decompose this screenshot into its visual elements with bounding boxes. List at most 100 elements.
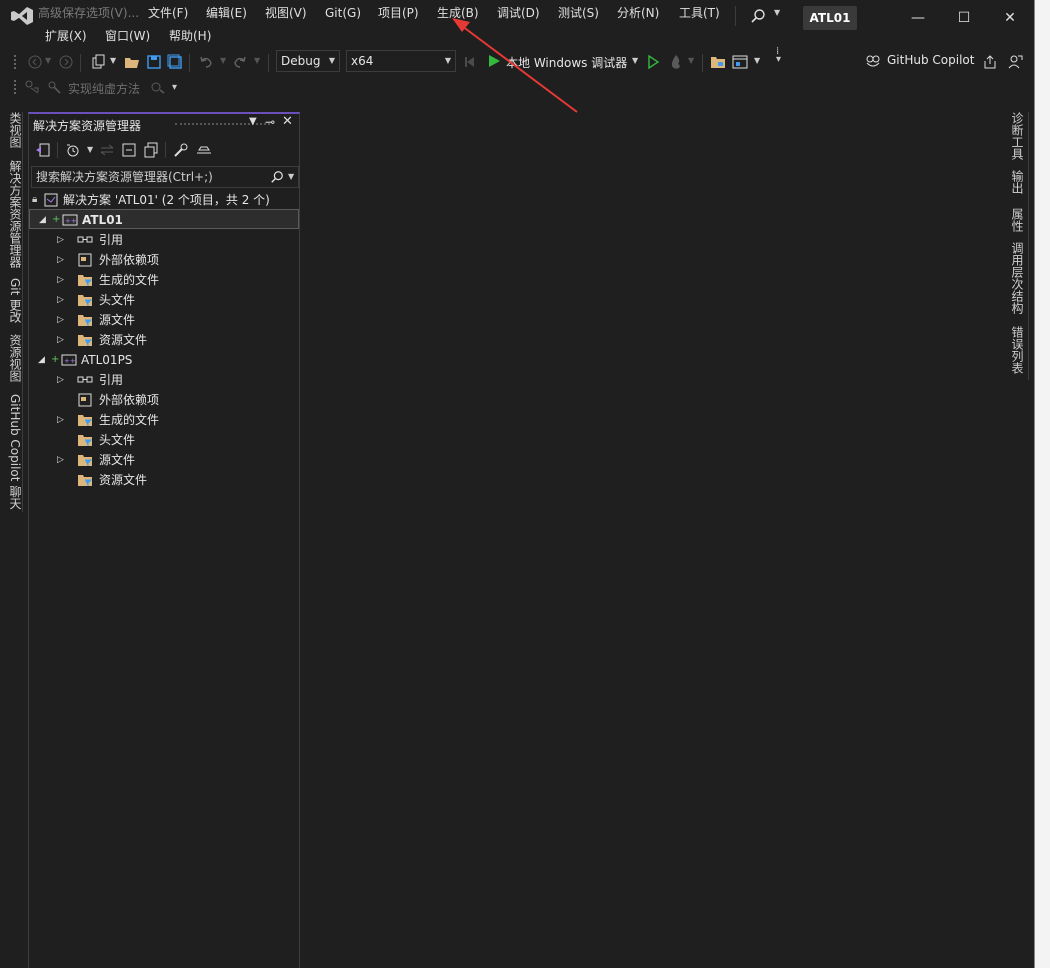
collapsed-chevron-icon[interactable]: ▷ (57, 410, 64, 430)
menu-debug[interactable]: 调试(D) (497, 5, 540, 21)
solution-explorer-folder-icon[interactable] (710, 54, 726, 70)
properties-wrench-icon[interactable] (173, 142, 189, 158)
sync-with-active-document-icon[interactable] (99, 142, 115, 158)
collapsed-chevron-icon[interactable]: ▷ (57, 370, 64, 390)
search-icon[interactable] (750, 8, 766, 24)
tab-properties[interactable]: 属性 (1009, 208, 1025, 232)
tab-output[interactable]: 输出 (1009, 170, 1025, 194)
panel-options-chevron-icon[interactable]: ▼ (249, 116, 257, 127)
solution-configuration-dropdown[interactable]: Debug ▼ (276, 50, 340, 72)
hot-reload-icon[interactable] (668, 54, 684, 70)
undo-icon[interactable] (198, 54, 214, 70)
tree-project-atl01ps[interactable]: ◢ + ++ ATL01PS (29, 350, 299, 370)
expanded-chevron-icon[interactable]: ◢ (38, 350, 45, 370)
tab-class-view[interactable]: 类视图 (7, 112, 23, 148)
start-debugging-label[interactable]: 本地 Windows 调试器 (506, 54, 627, 71)
menu-analyze[interactable]: 分析(N) (617, 5, 659, 21)
tree-solution-node[interactable]: 🔒︎ 解决方案 'ATL01' (2 个项目，共 2 个) (29, 190, 299, 210)
tree-node-references[interactable]: ▷ 引用 (29, 230, 299, 250)
navigate-back-icon[interactable] (27, 54, 43, 70)
open-folder-icon[interactable] (124, 54, 140, 70)
advanced-save-options-menu[interactable]: 高级保存选项(V)... (38, 5, 139, 21)
pin-icon[interactable]: ⊸ (265, 115, 275, 129)
tab-call-hierarchy[interactable]: 调用层次结构 (1009, 242, 1025, 314)
redo-icon[interactable] (232, 54, 248, 70)
code-snippet-icon[interactable] (150, 79, 166, 95)
tab-github-copilot-chat[interactable]: GitHub Copilot 聊天 (7, 394, 23, 509)
show-all-files-icon[interactable] (143, 142, 159, 158)
collapsed-chevron-icon[interactable]: ▷ (57, 230, 64, 250)
menu-file[interactable]: 文件(F) (148, 5, 188, 21)
search-icon[interactable] (270, 170, 284, 184)
search-dropdown-chevron-icon[interactable]: ▼ (774, 8, 780, 17)
step-back-icon[interactable] (462, 54, 478, 70)
close-panel-icon[interactable]: ✕ (282, 114, 293, 129)
solution-explorer-search-input[interactable]: 搜索解决方案资源管理器(Ctrl+;) ▼ (31, 166, 299, 188)
tree-node-generated-files[interactable]: ▷ 生成的文件 (29, 410, 299, 430)
maximize-icon[interactable]: ☐ (954, 8, 974, 28)
github-copilot-label[interactable]: GitHub Copilot (887, 53, 974, 67)
tree-node-external-dependencies[interactable]: 外部依赖项 (29, 390, 299, 410)
new-item-dropdown-chevron-icon[interactable]: ▼ (110, 56, 116, 65)
toolbar-grip[interactable] (14, 80, 17, 94)
collapse-all-icon[interactable] (121, 142, 137, 158)
expanded-chevron-icon[interactable]: ◢ (39, 210, 46, 230)
collapsed-chevron-icon[interactable]: ▷ (57, 250, 64, 270)
tree-node-references[interactable]: ▷ 引用 (29, 370, 299, 390)
tree-node-external-dependencies[interactable]: ▷ 外部依赖项 (29, 250, 299, 270)
menu-project[interactable]: 项目(P) (378, 5, 419, 21)
collapsed-chevron-icon[interactable]: ▷ (57, 270, 64, 290)
tree-node-source-files[interactable]: ▷ 源文件 (29, 450, 299, 470)
hot-reload-chevron-icon[interactable]: ▼ (688, 56, 694, 65)
tab-diagnostic-tools[interactable]: 诊断工具 (1009, 112, 1025, 160)
implement-pure-virtual-icon[interactable] (24, 79, 40, 95)
menu-window[interactable]: 窗口(W) (105, 28, 150, 44)
menu-git[interactable]: Git(G) (325, 5, 361, 21)
navigate-forward-icon[interactable] (58, 54, 74, 70)
switch-views-icon[interactable] (35, 142, 51, 158)
toolbar-overflow-icon[interactable]: ⁞ ▾ (776, 47, 781, 65)
collapsed-chevron-icon[interactable]: ▷ (57, 310, 64, 330)
search-options-chevron-icon[interactable]: ▼ (288, 167, 294, 187)
tree-node-header-files[interactable]: ▷ 头文件 (29, 290, 299, 310)
back-dropdown-chevron-icon[interactable]: ▼ (45, 56, 51, 65)
new-item-icon[interactable] (90, 54, 106, 70)
menu-help[interactable]: 帮助(H) (169, 28, 211, 44)
pending-changes-filter-icon[interactable] (65, 142, 81, 158)
browser-link-chevron-icon[interactable]: ▼ (754, 56, 760, 65)
menu-test[interactable]: 测试(S) (558, 5, 599, 21)
tab-git-changes[interactable]: Git 更改 (7, 278, 23, 323)
tree-node-header-files[interactable]: 头文件 (29, 430, 299, 450)
close-icon[interactable]: ✕ (1000, 8, 1020, 28)
menu-edit[interactable]: 编辑(E) (206, 5, 247, 21)
collapsed-chevron-icon[interactable]: ▷ (57, 290, 64, 310)
browser-link-icon[interactable] (732, 54, 748, 70)
tab-resource-view[interactable]: 资源视图 (7, 334, 23, 382)
minimize-icon[interactable]: — (908, 8, 928, 28)
undo-dropdown-chevron-icon[interactable]: ▼ (220, 56, 226, 65)
toolbar-overflow-chevron-icon[interactable]: ▾ (172, 82, 177, 93)
tree-node-resource-files[interactable]: 资源文件 (29, 470, 299, 490)
tree-node-source-files[interactable]: ▷ 源文件 (29, 310, 299, 330)
github-copilot-icon[interactable] (865, 53, 881, 69)
save-icon[interactable] (146, 54, 162, 70)
wrench-settings-icon[interactable] (46, 79, 62, 95)
menu-tools[interactable]: 工具(T) (679, 5, 720, 21)
collapsed-chevron-icon[interactable]: ▷ (57, 450, 64, 470)
implement-pure-virtual-label[interactable]: 实现纯虚方法 (68, 80, 140, 97)
toolbar-grip[interactable] (14, 55, 17, 69)
share-icon[interactable] (982, 54, 998, 70)
solution-platform-dropdown[interactable]: x64 ▼ (346, 50, 456, 72)
menu-view[interactable]: 视图(V) (265, 5, 307, 21)
save-all-icon[interactable] (167, 54, 183, 70)
feedback-icon[interactable] (1007, 54, 1023, 70)
tree-node-resource-files[interactable]: ▷ 资源文件 (29, 330, 299, 350)
collapsed-chevron-icon[interactable]: ▷ (57, 330, 64, 350)
filter-chevron-icon[interactable]: ▼ (87, 145, 93, 154)
tree-project-atl01[interactable]: ◢ + ++ ATL01 (29, 209, 299, 229)
menu-extensions[interactable]: 扩展(X) (45, 28, 87, 44)
tree-node-generated-files[interactable]: ▷ 生成的文件 (29, 270, 299, 290)
redo-dropdown-chevron-icon[interactable]: ▼ (254, 56, 260, 65)
menu-build[interactable]: 生成(B) (437, 5, 479, 21)
preview-selected-items-icon[interactable] (195, 142, 213, 158)
